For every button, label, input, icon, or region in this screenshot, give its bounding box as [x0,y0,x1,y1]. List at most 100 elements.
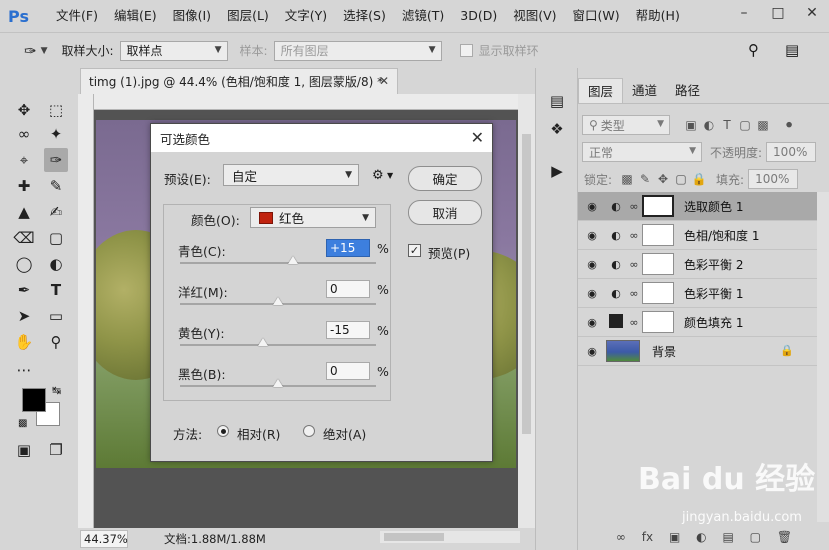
eye-icon[interactable]: ◉ [578,200,606,213]
cyan-input[interactable]: +15 [326,239,370,257]
fx-icon[interactable]: fx [642,530,653,544]
layer-row[interactable]: ◉ ◐ ∞ 色相/饱和度 1 [578,221,829,250]
default-colors-icon[interactable]: ▩ [18,418,27,429]
brush-tool-icon[interactable]: ✎ [44,174,68,198]
tab-paths[interactable]: 路径 [666,78,709,103]
cyan-slider-thumb[interactable] [287,256,298,264]
crop-tool-icon[interactable]: ⌖ [12,148,36,172]
opacity-input[interactable]: 100% [766,142,817,162]
scroll-thumb[interactable] [522,134,531,434]
sample-size-select[interactable]: 取样点 ▼ [119,40,228,61]
path-select-icon[interactable]: ➤ [12,304,36,328]
menu-file[interactable]: 文件(F) [48,0,106,32]
eyedropper-tool-icon[interactable]: ✑ [44,148,68,172]
smart-object-filter-icon[interactable]: ▩ [754,118,772,132]
horizontal-scrollbar[interactable] [380,531,520,543]
link-layers-icon[interactable]: ∞ [616,530,626,544]
absolute-radio[interactable] [303,425,315,437]
magenta-slider-thumb[interactable] [273,297,283,305]
pixel-filter-icon[interactable]: ▣ [682,118,700,132]
eye-icon[interactable]: ◉ [578,316,606,329]
eye-icon[interactable]: ◉ [578,287,606,300]
link-icon[interactable]: ∞ [626,229,642,242]
close-icon[interactable]: ✕ [471,128,484,147]
lock-artboard-icon[interactable]: ▢ [672,172,690,186]
menu-help[interactable]: 帮助(H) [628,0,688,32]
background-thumbnail[interactable] [606,340,640,362]
stamp-tool-icon[interactable]: ▲ [12,200,36,224]
magenta-input[interactable]: 0 [326,280,370,298]
lock-transparent-icon[interactable]: ▩ [618,172,636,186]
screen-mode-icon[interactable]: ❐ [44,438,68,462]
vertical-scrollbar[interactable] [518,94,535,528]
adjustment-filter-icon[interactable]: ◐ [700,118,718,132]
swap-colors-icon[interactable]: ↹ [52,384,61,397]
menu-window[interactable]: 窗口(W) [565,0,628,32]
menu-select[interactable]: 选择(S) [335,0,394,32]
lock-all-icon[interactable]: 🔒 [690,172,708,186]
yellow-slider-thumb[interactable] [258,338,269,346]
yellow-slider[interactable] [180,344,376,346]
gradient-tool-icon[interactable]: ▢ [44,226,68,250]
new-layer-icon[interactable]: ▢ [750,530,761,544]
history-icon[interactable]: ▤ [546,90,568,112]
3d-icon[interactable]: ❖ [546,118,568,140]
cyan-slider[interactable] [180,262,376,264]
fill-input[interactable]: 100% [748,169,799,189]
filter-toggle-icon[interactable]: ⚫ [780,118,798,132]
link-icon[interactable]: ∞ [626,316,642,329]
zoom-input[interactable]: 44.37% [80,530,128,548]
lock-pixels-icon[interactable]: ✎ [636,172,654,186]
layer-row[interactable]: ◉ ◐ ∞ 色彩平衡 1 [578,279,829,308]
tab-channels[interactable]: 通道 [623,78,666,103]
ok-button[interactable]: 确定 [408,166,482,191]
relative-radio[interactable] [217,425,229,437]
more-tools-icon[interactable]: ⋯ [12,358,36,382]
hand-tool-icon[interactable]: ✋ [12,330,36,354]
new-group-icon[interactable]: ▤ [722,530,733,544]
layer-mask-thumbnail[interactable] [642,311,674,333]
colors-select[interactable]: 红色 ▼ [250,207,376,228]
trash-icon[interactable]: 🗑 [777,530,792,544]
scroll-thumb[interactable] [384,533,444,541]
document-tab[interactable]: timg (1).jpg @ 44.4% (色相/饱和度 1, 图层蒙版/8) … [80,68,398,94]
healing-brush-icon[interactable]: ✚ [12,174,36,198]
layer-row[interactable]: ◉ 背景 🔒 [578,337,829,366]
panel-scrollbar[interactable] [817,192,829,522]
menu-view[interactable]: 视图(V) [505,0,564,32]
workspace-icon[interactable]: ▤ [785,41,799,59]
blend-mode-select[interactable]: 正常 ▼ [582,142,702,162]
eyedropper-icon[interactable]: ✑ [24,42,37,60]
lasso-tool-icon[interactable]: ∞ [12,122,36,146]
menu-type[interactable]: 文字(Y) [277,0,335,32]
menu-filter[interactable]: 滤镜(T) [394,0,452,32]
menu-edit[interactable]: 编辑(E) [106,0,165,32]
magic-wand-icon[interactable]: ✦ [44,122,68,146]
menu-image[interactable]: 图像(I) [165,0,219,32]
eye-icon[interactable]: ◉ [578,345,606,358]
dodge-tool-icon[interactable]: ◐ [44,252,68,276]
shape-filter-icon[interactable]: ▢ [736,118,754,132]
cancel-button[interactable]: 取消 [408,200,482,225]
eye-icon[interactable]: ◉ [578,229,606,242]
layer-mask-thumbnail[interactable] [642,253,674,275]
layer-row[interactable]: ◉ ◐ ∞ 色彩平衡 2 [578,250,829,279]
rectangle-tool-icon[interactable]: ▭ [44,304,68,328]
quick-mask-icon[interactable]: ▣ [12,438,36,462]
link-icon[interactable]: ∞ [626,258,642,271]
black-input[interactable]: 0 [326,362,370,380]
layer-mask-thumbnail[interactable] [642,195,674,217]
link-icon[interactable]: ∞ [626,200,642,213]
gear-icon[interactable]: ⚙ [372,168,384,183]
chevron-down-icon[interactable]: ▼ [41,46,48,56]
link-icon[interactable]: ∞ [626,287,642,300]
menu-3d[interactable]: 3D(D) [452,0,505,32]
menu-layer[interactable]: 图层(L) [219,0,277,32]
play-icon[interactable]: ▶ [546,160,568,182]
tab-layers[interactable]: 图层 [578,78,624,103]
eraser-tool-icon[interactable]: ⌫ [12,226,36,250]
sample-select[interactable]: 所有图层 ▼ [273,40,442,61]
history-brush-icon[interactable]: ✍ [44,200,68,224]
layer-row[interactable]: ◉ ◐ ∞ 选取颜色 1 [578,192,829,221]
minimize-icon[interactable]: – [727,0,761,26]
